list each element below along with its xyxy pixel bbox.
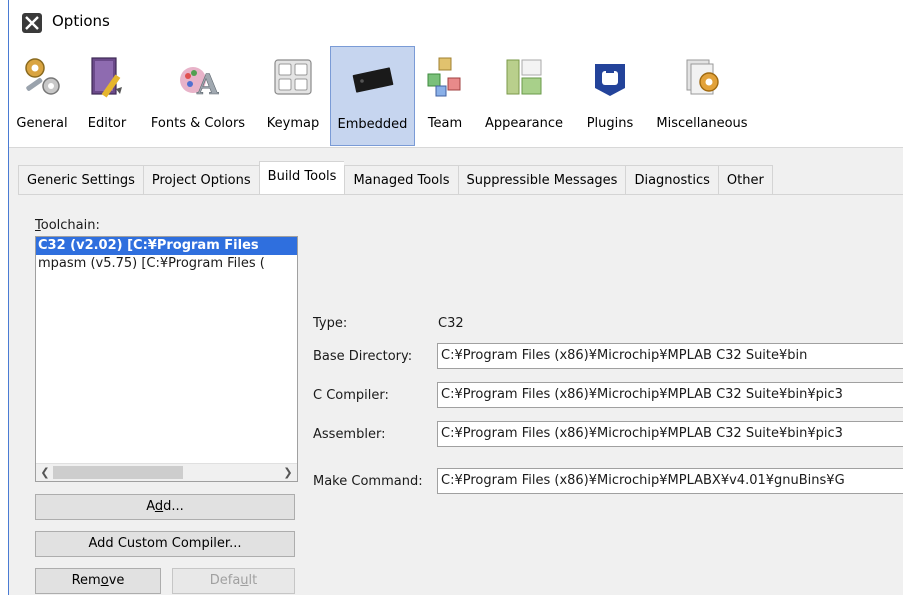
toolchain-label: Toolchain: — [35, 218, 100, 233]
window-title: Options — [52, 12, 110, 30]
default-button[interactable]: Default — [172, 568, 295, 594]
tab-managed-tools[interactable]: Managed Tools — [344, 165, 458, 195]
toolchain-list[interactable]: C32 (v2.02) [C:¥Program Files mpasm (v5.… — [35, 236, 298, 482]
embedded-tabs: Generic Settings Project Options Build T… — [18, 161, 773, 195]
category-label: General — [16, 116, 68, 131]
add-button[interactable]: Add... — [35, 494, 295, 520]
misc-gears-icon — [686, 59, 719, 95]
book-pen-icon — [91, 57, 122, 98]
type-value: C32 — [438, 316, 464, 331]
category-label: Team — [427, 116, 463, 131]
plugin-puzzle-icon — [595, 64, 625, 96]
c-compiler-label: C Compiler: — [313, 388, 389, 403]
assembler-field[interactable]: C:¥Program Files (x86)¥Microchip¥MPLAB C… — [437, 421, 903, 447]
netbeans-app-icon — [22, 13, 42, 33]
category-appearance[interactable]: Appearance — [476, 46, 572, 146]
category-label: Embedded — [337, 117, 408, 132]
category-label: Keymap — [266, 116, 320, 131]
horizontal-scrollbar[interactable]: ❮ ❯ — [36, 463, 297, 481]
category-label: Plugins — [586, 116, 634, 131]
appearance-layout-icon — [506, 59, 542, 95]
toolchain-item[interactable]: C32 (v2.02) [C:¥Program Files — [36, 237, 297, 255]
category-embedded[interactable]: Embedded — [330, 46, 415, 146]
category-miscellaneous[interactable]: Miscellaneous — [647, 46, 757, 146]
palette-font-icon: A — [180, 67, 219, 98]
scroll-right-icon[interactable]: ❯ — [280, 465, 296, 481]
keyboard-icon — [274, 59, 312, 95]
assembler-label: Assembler: — [313, 427, 386, 442]
make-command-label: Make Command: — [313, 474, 423, 489]
tab-project-options[interactable]: Project Options — [142, 165, 259, 195]
category-keymap[interactable]: Keymap — [261, 46, 325, 146]
type-label: Type: — [313, 316, 348, 331]
team-cubes-icon — [427, 57, 461, 97]
title-bar: Options — [9, 0, 903, 46]
make-command-field[interactable]: C:¥Program Files (x86)¥Microchip¥MPLABX¥… — [437, 468, 903, 494]
category-label: Miscellaneous — [656, 116, 748, 131]
base-directory-label: Base Directory: — [313, 349, 413, 364]
category-label: Editor — [87, 116, 127, 131]
scroll-left-icon[interactable]: ❮ — [37, 465, 53, 481]
svg-text:A: A — [196, 68, 219, 98]
tab-generic-settings[interactable]: Generic Settings — [18, 165, 143, 195]
category-label: Appearance — [484, 116, 564, 131]
category-general[interactable]: General — [11, 46, 73, 146]
tab-suppressible-messages[interactable]: Suppressible Messages — [457, 165, 626, 195]
chip-icon — [352, 67, 393, 93]
add-custom-compiler-button[interactable]: Add Custom Compiler... — [35, 531, 295, 557]
tab-build-tools[interactable]: Build Tools — [258, 161, 345, 195]
category-team[interactable]: Team — [421, 46, 469, 146]
tab-diagnostics[interactable]: Diagnostics — [625, 165, 718, 195]
gears-wrench-icon — [25, 58, 60, 95]
category-toolbar: General Editor A Fonts & Colors Keymap E… — [9, 46, 903, 148]
category-editor[interactable]: Editor — [79, 46, 135, 146]
category-fonts-colors[interactable]: A Fonts & Colors — [141, 46, 255, 146]
window-edge — [0, 0, 9, 595]
toolchain-item[interactable]: mpasm (v5.75) [C:¥Program Files ( — [36, 255, 297, 273]
c-compiler-field[interactable]: C:¥Program Files (x86)¥Microchip¥MPLAB C… — [437, 382, 903, 408]
remove-button[interactable]: Remove — [35, 568, 161, 594]
base-directory-field[interactable]: C:¥Program Files (x86)¥Microchip¥MPLAB C… — [437, 343, 903, 369]
scroll-thumb[interactable] — [53, 466, 183, 479]
options-window: Options General Editor A Fonts & Colors … — [0, 0, 903, 595]
category-label: Fonts & Colors — [150, 116, 246, 131]
category-plugins[interactable]: Plugins — [578, 46, 642, 146]
tab-other[interactable]: Other — [717, 165, 773, 195]
